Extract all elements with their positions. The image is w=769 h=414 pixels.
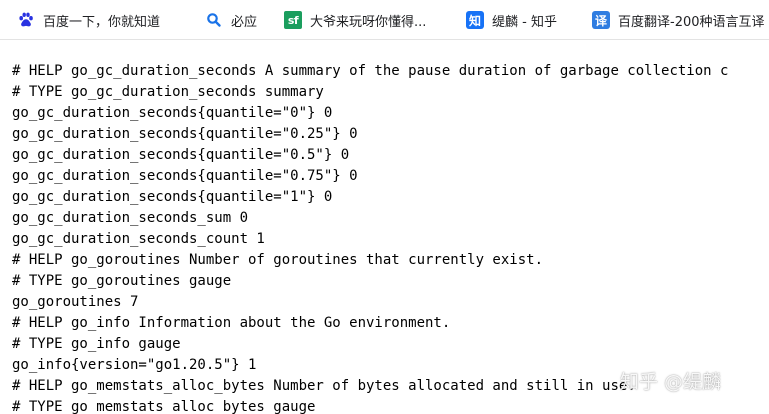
- metric-line: go_gc_duration_seconds_sum 0: [12, 210, 249, 226]
- sf-icon: sf: [284, 11, 302, 29]
- metric-line: # HELP go_goroutines Number of goroutine…: [12, 252, 544, 268]
- metric-line: go_gc_duration_seconds{quantile="0.75"} …: [12, 168, 358, 184]
- bookmark-baidu-translate[interactable]: 译 百度翻译-200种语言互译: [592, 8, 769, 32]
- metric-line: # HELP go_info Information about the Go …: [12, 315, 451, 331]
- metric-line: # HELP go_gc_duration_seconds A summary …: [12, 63, 729, 79]
- metric-line: go_gc_duration_seconds{quantile="0"} 0: [12, 105, 333, 121]
- metric-line: # TYPE go_goroutines gauge: [12, 273, 232, 289]
- bookmark-zhihu[interactable]: 知 缇麟 - 知乎: [466, 8, 557, 32]
- bookmarks-bar: 百度一下，你就知道 必应 sf 大爷来玩呀你懂得... 知 缇麟 - 知乎 译 …: [0, 0, 769, 40]
- metric-line: go_info{version="go1.20.5"} 1: [12, 357, 257, 373]
- metric-line: # TYPE go_memstats_alloc_bytes gauge: [12, 399, 316, 414]
- search-icon: [205, 11, 223, 29]
- zhihu-icon: 知: [466, 11, 484, 29]
- bookmark-label: 百度一下，你就知道: [43, 14, 161, 30]
- bookmark-label: 大爷来玩呀你懂得...: [310, 14, 427, 30]
- bookmark-bing[interactable]: 必应: [205, 8, 257, 32]
- metric-line: go_gc_duration_seconds{quantile="1"} 0: [12, 189, 333, 205]
- bookmark-label: 百度翻译-200种语言互译: [618, 14, 765, 30]
- metrics-output: # HELP go_gc_duration_seconds A summary …: [12, 61, 728, 414]
- baidu-paw-icon: [17, 11, 35, 29]
- bookmark-sf[interactable]: sf 大爷来玩呀你懂得...: [284, 8, 426, 32]
- metric-line: # TYPE go_info gauge: [12, 336, 181, 352]
- bookmark-label: 必应: [231, 14, 258, 30]
- metric-line: go_gc_duration_seconds{quantile="0.5"} 0: [12, 147, 350, 163]
- metric-line: go_goroutines 7: [12, 294, 139, 310]
- metric-line: go_gc_duration_seconds{quantile="0.25"} …: [12, 126, 358, 142]
- browser-page: 百度一下，你就知道 必应 sf 大爷来玩呀你懂得... 知 缇麟 - 知乎 译 …: [0, 0, 769, 414]
- metric-line: # HELP go_memstats_alloc_bytes Number of…: [12, 378, 636, 394]
- bookmark-baidu[interactable]: 百度一下，你就知道: [17, 8, 160, 32]
- metric-line: # TYPE go_gc_duration_seconds summary: [12, 84, 324, 100]
- translate-icon: 译: [592, 11, 610, 29]
- metric-line: go_gc_duration_seconds_count 1: [12, 231, 265, 247]
- bookmark-label: 缇麟 - 知乎: [492, 14, 557, 30]
